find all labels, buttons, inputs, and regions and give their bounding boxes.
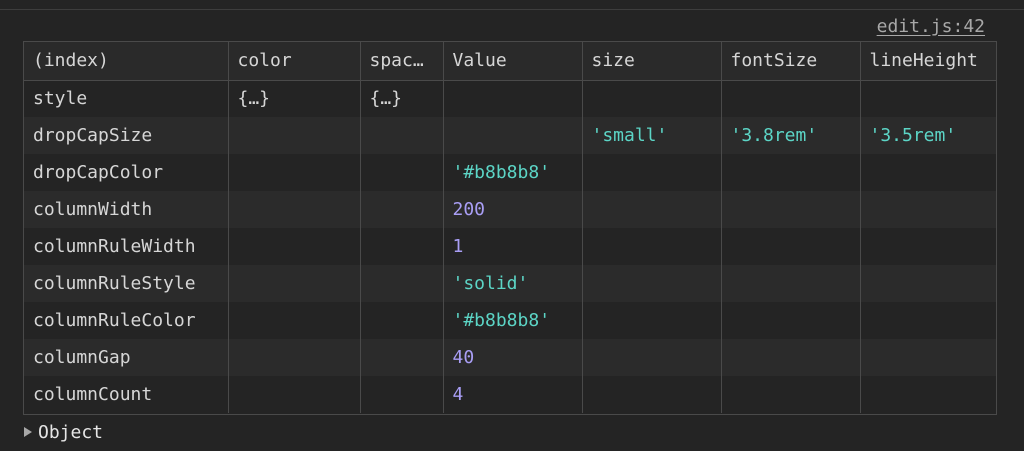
cell-index: columnRuleStyle — [24, 265, 228, 302]
cell-fontsize — [720, 154, 860, 191]
cell-lineheight — [859, 154, 996, 191]
cell-fontsize — [720, 339, 860, 376]
cell-size — [581, 376, 721, 413]
cell-fontsize — [720, 302, 860, 339]
object-expander[interactable]: Object — [24, 420, 103, 444]
table-row: dropCapSize 'small' '3.8rem' '3.5rem' — [24, 117, 996, 154]
console-table-grid: (index) color spac… Value size fontSize … — [24, 42, 996, 413]
cell-index: dropCapColor — [24, 154, 228, 191]
cell-spacing — [359, 339, 443, 376]
cell-lineheight — [859, 339, 996, 376]
cell-spacing — [359, 302, 443, 339]
table-header-row: (index) color spac… Value size fontSize … — [24, 42, 996, 81]
cell-color — [227, 117, 360, 154]
cell-lineheight: '3.5rem' — [859, 117, 996, 154]
source-location-link[interactable]: edit.js:42 — [877, 16, 985, 38]
cell-index: dropCapSize — [24, 117, 228, 154]
column-header-size[interactable]: size — [581, 42, 721, 81]
cell-color — [227, 339, 360, 376]
cell-color — [227, 376, 360, 413]
cell-index: columnWidth — [24, 191, 228, 228]
table-row: columnRuleWidth 1 — [24, 228, 996, 265]
cell-size — [581, 302, 721, 339]
table-row: dropCapColor '#b8b8b8' — [24, 154, 996, 191]
cell-index: columnCount — [24, 376, 228, 413]
cell-value: 4 — [442, 376, 582, 413]
console-divider — [0, 9, 1024, 10]
cell-lineheight — [859, 80, 996, 117]
cell-lineheight — [859, 376, 996, 413]
cell-value — [442, 117, 582, 154]
cell-value: 1 — [442, 228, 582, 265]
cell-fontsize — [720, 376, 860, 413]
table-row: columnWidth 200 — [24, 191, 996, 228]
cell-spacing — [359, 228, 443, 265]
cell-lineheight — [859, 228, 996, 265]
column-header-lineheight[interactable]: lineHeight — [859, 42, 996, 81]
cell-lineheight — [859, 265, 996, 302]
cell-index: columnRuleColor — [24, 302, 228, 339]
cell-fontsize — [720, 265, 860, 302]
cell-fontsize — [720, 80, 860, 117]
cell-spacing — [359, 376, 443, 413]
cell-value: '#b8b8b8' — [442, 154, 582, 191]
table-row: columnCount 4 — [24, 376, 996, 413]
table-row: columnRuleColor '#b8b8b8' — [24, 302, 996, 339]
cell-lineheight — [859, 302, 996, 339]
column-header-color[interactable]: color — [227, 42, 360, 81]
cell-color — [227, 302, 360, 339]
cell-size — [581, 80, 721, 117]
cell-fontsize — [720, 228, 860, 265]
cell-lineheight — [859, 191, 996, 228]
cell-index: columnGap — [24, 339, 228, 376]
column-header-value[interactable]: Value — [442, 42, 582, 81]
object-label: Object — [38, 421, 104, 443]
cell-color — [227, 228, 360, 265]
cell-size: 'small' — [581, 117, 721, 154]
cell-value: 200 — [442, 191, 582, 228]
cell-index: style — [24, 80, 228, 117]
cell-fontsize — [720, 191, 860, 228]
cell-size — [581, 228, 721, 265]
cell-value: '#b8b8b8' — [442, 302, 582, 339]
cell-color — [227, 265, 360, 302]
column-header-spacing[interactable]: spac… — [359, 42, 443, 81]
table-row: columnRuleStyle 'solid' — [24, 265, 996, 302]
column-header-fontsize[interactable]: fontSize — [720, 42, 860, 81]
cell-value: 'solid' — [442, 265, 582, 302]
cell-index: columnRuleWidth — [24, 228, 228, 265]
cell-color: {…} — [227, 80, 360, 117]
cell-spacing — [359, 154, 443, 191]
cell-spacing — [359, 191, 443, 228]
cell-spacing: {…} — [359, 80, 443, 117]
cell-size — [581, 265, 721, 302]
cell-spacing — [359, 265, 443, 302]
table-row: columnGap 40 — [24, 339, 996, 376]
column-header-index[interactable]: (index) — [24, 42, 228, 81]
cell-value: 40 — [442, 339, 582, 376]
table-row: style {…} {…} — [24, 80, 996, 117]
cell-value — [442, 80, 582, 117]
console-table: (index) color spac… Value size fontSize … — [23, 41, 997, 415]
cell-spacing — [359, 117, 443, 154]
cell-fontsize: '3.8rem' — [720, 117, 860, 154]
cell-color — [227, 191, 360, 228]
cell-size — [581, 191, 721, 228]
cell-size — [581, 339, 721, 376]
cell-size — [581, 154, 721, 191]
cell-color — [227, 154, 360, 191]
expand-triangle-icon[interactable] — [24, 427, 32, 437]
